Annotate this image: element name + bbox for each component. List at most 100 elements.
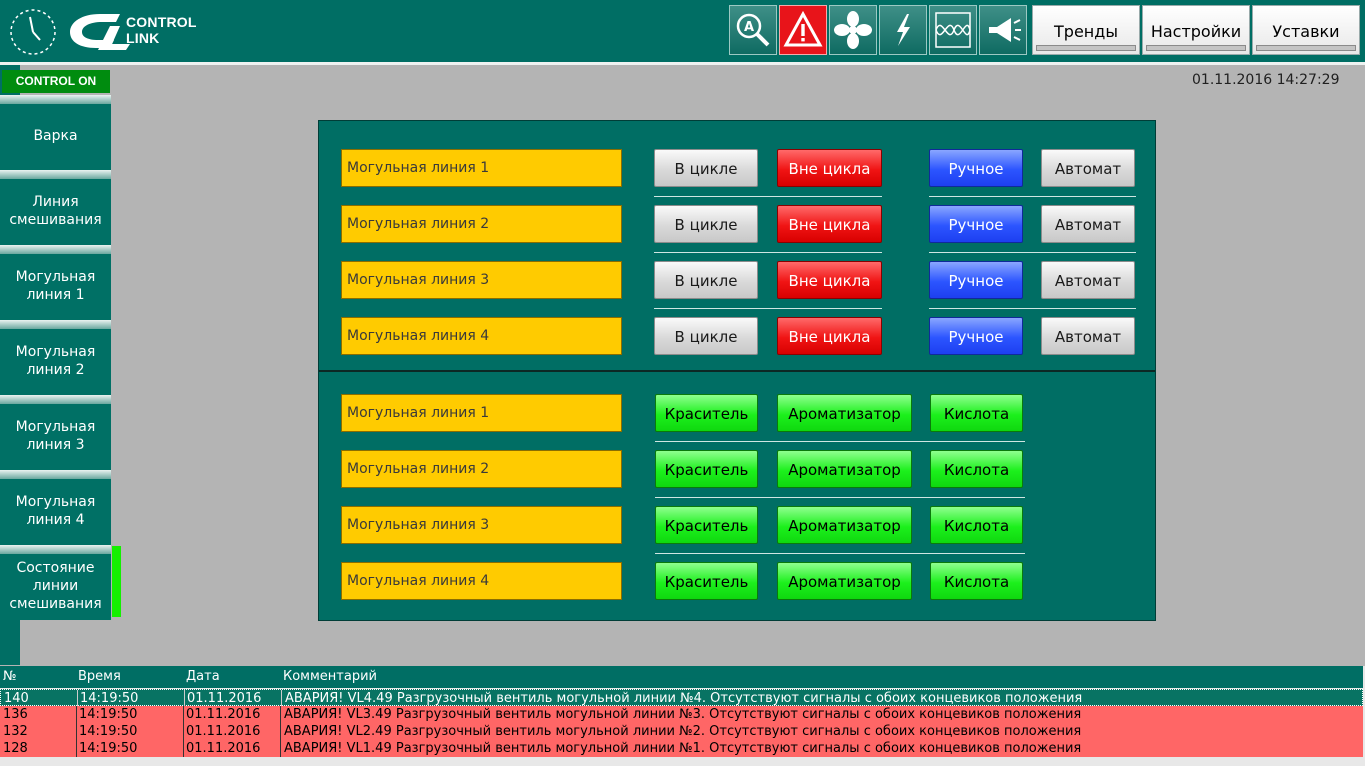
row-separator: [929, 196, 1136, 197]
log-cell-comment: АВАРИЯ! VL1.49 Разгрузочный вентиль могу…: [284, 741, 1082, 756]
svg-text:A: A: [744, 20, 754, 35]
log-cell-number: 140: [4, 691, 29, 706]
column-separator: [76, 706, 77, 723]
sidebar-item-label: Варка: [33, 127, 78, 144]
column-separator: [76, 740, 77, 757]
out-of-cycle-button[interactable]: Вне цикла: [777, 261, 882, 299]
settings-button[interactable]: Настройки: [1142, 5, 1250, 55]
auto-mode-button[interactable]: Автомат: [1041, 149, 1135, 187]
acid-button[interactable]: Кислота: [930, 450, 1023, 488]
mode-line-label: Могульная линия 4: [341, 317, 622, 355]
sidebar-item-mixing-line-state[interactable]: Состояние линии смешивания: [0, 545, 111, 620]
logo-text: CONTROL LINK: [126, 14, 197, 46]
event-log: № Время Дата Комментарий 140 14:19:50 01.1…: [0, 666, 1365, 766]
header-divider: [0, 62, 1365, 65]
dosing-line-label: Могульная линия 2: [341, 450, 622, 488]
log-cell-time: 14:19:50: [80, 691, 139, 706]
in-cycle-button[interactable]: В цикле: [654, 317, 758, 355]
oscillogram-icon[interactable]: [929, 5, 977, 55]
log-cell-number: 128: [3, 741, 28, 756]
trends-button[interactable]: Тренды: [1032, 5, 1140, 55]
flavor-button[interactable]: Ароматизатор: [777, 450, 912, 488]
dosing-line-label: Могульная линия 1: [341, 394, 622, 432]
out-of-cycle-button[interactable]: Вне цикла: [777, 205, 882, 243]
log-col-date[interactable]: Дата: [186, 666, 220, 688]
row-separator: [929, 252, 1136, 253]
sidebar-item-mixing-line[interactable]: Линия смешивания: [0, 170, 111, 245]
mode-line-label: Могульная линия 3: [341, 261, 622, 299]
out-of-cycle-button[interactable]: Вне цикла: [777, 149, 882, 187]
sidebar-item-mogul-line-2[interactable]: Могульная линия 2: [0, 320, 111, 395]
dye-button[interactable]: Краситель: [655, 394, 758, 432]
sidebar-item-label: Могульная линия 4: [15, 493, 96, 528]
sidebar-item-cooking[interactable]: Варка: [0, 95, 111, 170]
sidebar-item-label: Могульная линия 3: [15, 418, 96, 453]
setpoints-button-indicator: [1256, 45, 1356, 51]
top-header: CONTROL LINK A Тренды Настройки Уставки: [0, 0, 1365, 62]
sidebar-item-mogul-line-1[interactable]: Могульная линия 1: [0, 245, 111, 320]
log-header: № Время Дата Комментарий: [0, 666, 1363, 688]
log-cell-number: 132: [3, 724, 28, 739]
dye-button[interactable]: Краситель: [655, 506, 758, 544]
log-col-comment[interactable]: Комментарий: [283, 666, 377, 688]
dosing-line-label: Могульная линия 4: [341, 562, 622, 600]
row-separator: [655, 497, 1025, 498]
flavor-button[interactable]: Ароматизатор: [777, 562, 912, 600]
acid-button[interactable]: Кислота: [930, 506, 1023, 544]
log-col-time[interactable]: Время: [78, 666, 121, 688]
logo-line-1: CONTROL: [126, 14, 197, 30]
auto-mode-button[interactable]: Автомат: [1041, 205, 1135, 243]
acid-button[interactable]: Кислота: [930, 394, 1023, 432]
log-cell-time: 14:19:50: [79, 707, 138, 722]
column-separator: [183, 740, 184, 757]
sidebar: CONTROL ON Варка Линия смешивания Могуль…: [0, 65, 122, 665]
out-of-cycle-button[interactable]: Вне цикла: [777, 317, 882, 355]
column-separator: [77, 690, 78, 707]
manual-mode-button[interactable]: Ручное: [929, 149, 1023, 187]
row-separator: [655, 441, 1025, 442]
log-row[interactable]: 136 14:19:50 01.11.2016 АВАРИЯ! VL3.49 Разг…: [0, 706, 1363, 723]
auto-mode-button[interactable]: Автомат: [1041, 261, 1135, 299]
log-row[interactable]: 140 14:19:50 01.11.2016 АВАРИЯ! VL4.49 Разг…: [0, 689, 1363, 707]
mode-line-label: Могульная линия 1: [341, 149, 622, 187]
acid-button[interactable]: Кислота: [930, 562, 1023, 600]
log-cell-date: 01.11.2016: [186, 707, 261, 722]
mixing-line-state-panel: Могульная линия 1 В цикле Вне цикла Ручное А…: [318, 120, 1156, 621]
column-separator: [184, 690, 185, 707]
alarm-warning-icon[interactable]: [779, 5, 827, 55]
log-col-number[interactable]: №: [3, 666, 17, 688]
in-cycle-button[interactable]: В цикле: [654, 261, 758, 299]
setpoints-button[interactable]: Уставки: [1252, 5, 1360, 55]
log-cell-time: 14:19:50: [79, 724, 138, 739]
lightning-icon[interactable]: [879, 5, 927, 55]
settings-button-label: Настройки: [1150, 22, 1242, 41]
megaphone-icon[interactable]: [979, 5, 1027, 55]
in-cycle-button[interactable]: В цикле: [654, 205, 758, 243]
sidebar-item-mogul-line-4[interactable]: Могульная линия 4: [0, 470, 111, 545]
column-separator: [183, 706, 184, 723]
log-cell-date: 01.11.2016: [186, 724, 261, 739]
log-cell-time: 14:19:50: [79, 741, 138, 756]
in-cycle-button[interactable]: В цикле: [654, 149, 758, 187]
section-divider: [319, 370, 1155, 372]
dye-button[interactable]: Краситель: [655, 450, 758, 488]
log-row[interactable]: 128 14:19:50 01.11.2016 АВАРИЯ! VL1.49 Разг…: [0, 740, 1363, 757]
manual-mode-button[interactable]: Ручное: [929, 317, 1023, 355]
log-row[interactable]: 132 14:19:50 01.11.2016 АВАРИЯ! VL2.49 Разг…: [0, 723, 1363, 740]
dye-button[interactable]: Краситель: [655, 562, 758, 600]
flavor-button[interactable]: Ароматизатор: [777, 506, 912, 544]
row-separator: [654, 252, 882, 253]
logo-line-2: LINK: [126, 30, 160, 46]
auto-mode-button[interactable]: Автомат: [1041, 317, 1135, 355]
manual-mode-button[interactable]: Ручное: [929, 205, 1023, 243]
fan-icon[interactable]: [829, 5, 877, 55]
flavor-button[interactable]: Ароматизатор: [777, 394, 912, 432]
manual-mode-button[interactable]: Ручное: [929, 261, 1023, 299]
search-alpha-icon[interactable]: A: [729, 5, 777, 55]
clock-icon: [10, 9, 56, 55]
log-cell-comment: АВАРИЯ! VL4.49 Разгрузочный вентиль могу…: [285, 691, 1083, 706]
column-separator: [280, 706, 281, 723]
log-cell-date: 01.11.2016: [187, 691, 262, 706]
sidebar-item-label: Линия смешивания: [9, 193, 102, 228]
sidebar-item-mogul-line-3[interactable]: Могульная линия 3: [0, 395, 111, 470]
